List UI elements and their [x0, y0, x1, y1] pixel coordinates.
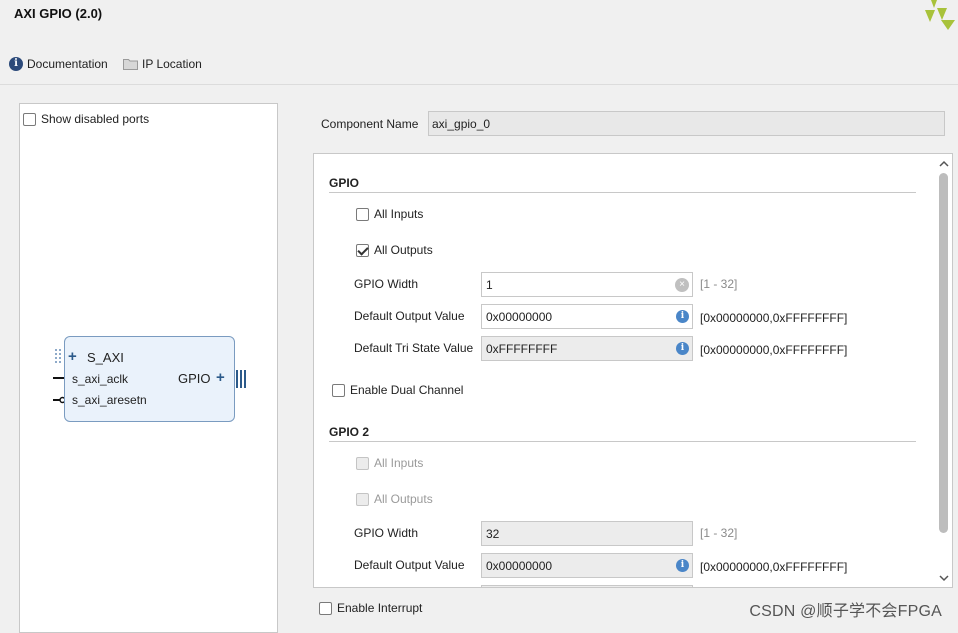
enable-dual-channel-checkbox[interactable]: Enable Dual Channel [332, 383, 463, 397]
scroll-up-icon[interactable] [938, 159, 950, 169]
show-disabled-ports-box[interactable] [23, 112, 36, 126]
ip-location-button[interactable]: IP Location [123, 57, 202, 71]
gpio-section-divider [329, 192, 916, 193]
scroll-down-icon[interactable] [938, 573, 950, 583]
toolbar: i Documentation IP Location [0, 50, 958, 80]
gpio2-section-title: GPIO 2 [329, 425, 370, 439]
default-output-range: [0x00000000,0xFFFFFFFF] [700, 311, 848, 325]
gpio-all-inputs-checkbox[interactable]: All Inputs [356, 207, 423, 221]
default-tri-value: 0xFFFFFFFF [486, 342, 558, 356]
ip-location-label: IP Location [142, 57, 202, 71]
gpio2-default-output-range: [0x00000000,0xFFFFFFFF] [700, 560, 848, 574]
default-tri-range: [0x00000000,0xFFFFFFFF] [700, 343, 848, 357]
gpio2-all-outputs-box[interactable] [356, 492, 369, 506]
gpio-all-outputs-label: All Outputs [374, 243, 433, 257]
enable-dual-channel-label: Enable Dual Channel [350, 383, 464, 397]
folder-icon [123, 59, 138, 70]
gpio2-all-inputs-label: All Inputs [374, 456, 424, 470]
gpio-all-outputs-checkbox[interactable]: All Outputs [356, 243, 433, 257]
enable-interrupt-box[interactable] [319, 601, 332, 615]
default-tri-label: Default Tri State Value [354, 341, 474, 355]
info-icon[interactable]: i [676, 559, 689, 572]
default-output-value: 0x00000000 [486, 310, 553, 324]
plus-icon[interactable]: + [216, 369, 225, 386]
gpio-all-inputs-box[interactable] [356, 207, 369, 221]
gpio2-default-output-label: Default Output Value [354, 558, 465, 572]
documentation-button[interactable]: i Documentation [9, 57, 108, 71]
window-title: AXI GPIO (2.0) [14, 6, 103, 21]
info-icon: i [9, 57, 23, 71]
gpio2-all-outputs-label: All Outputs [374, 492, 433, 506]
config-panel: GPIO All Inputs All Outputs GPIO Width 1… [313, 153, 953, 588]
info-icon[interactable]: i [676, 342, 689, 355]
default-tri-field[interactable]: 0xFFFFFFFF i [481, 336, 693, 361]
gpio2-width-label: GPIO Width [354, 526, 419, 540]
component-name-field[interactable]: axi_gpio_0 [428, 111, 945, 136]
documentation-label: Documentation [27, 57, 108, 71]
ip-block[interactable]: + S_AXI s_axi_aclk s_axi_aresetn GPIO + [64, 336, 235, 422]
gpio-width-field[interactable]: 1 × [481, 272, 693, 297]
plus-icon[interactable]: + [68, 348, 77, 365]
port-s-axi: S_AXI [87, 350, 124, 365]
gpio2-width-value: 32 [486, 527, 500, 541]
gpio-all-outputs-box[interactable] [356, 243, 369, 257]
info-icon[interactable]: i [676, 310, 689, 323]
port-gpio: GPIO [178, 371, 211, 386]
enable-interrupt-checkbox[interactable]: Enable Interrupt [319, 601, 422, 615]
gpio2-width-range: [1 - 32] [700, 526, 738, 540]
gpio2-all-inputs-checkbox[interactable]: All Inputs [356, 456, 423, 470]
port-s-axi-aresetn: s_axi_aresetn [72, 393, 147, 407]
watermark: CSDN @顺子学不会FPGA [749, 603, 942, 620]
gpio2-section-divider [329, 441, 916, 442]
gpio-width-value: 1 [486, 278, 493, 292]
logo-icon [925, 0, 955, 30]
config-scrollbar[interactable] [936, 157, 952, 587]
gpio2-all-inputs-box[interactable] [356, 456, 369, 470]
show-disabled-ports-label: Show disabled ports [41, 112, 150, 126]
gpio-all-inputs-label: All Inputs [374, 207, 424, 221]
port-s-axi-aclk: s_axi_aclk [72, 372, 129, 386]
default-output-label: Default Output Value [354, 309, 465, 323]
scrollbar-thumb[interactable] [939, 173, 948, 533]
gpio-width-range: [1 - 32] [700, 277, 738, 291]
component-name-label: Component Name [321, 117, 419, 131]
enable-dual-channel-box[interactable] [332, 383, 345, 397]
gpio-bus-connector [236, 370, 246, 388]
gpio2-default-output-value: 0x00000000 [486, 559, 553, 573]
clear-icon[interactable]: × [675, 278, 689, 292]
gpio-section-title: GPIO [329, 176, 360, 190]
gpio2-next-field[interactable] [481, 585, 693, 587]
gpio2-all-outputs-checkbox[interactable]: All Outputs [356, 492, 433, 506]
toolbar-divider [0, 84, 958, 85]
enable-interrupt-label: Enable Interrupt [337, 601, 423, 615]
default-output-field[interactable]: 0x00000000 i [481, 304, 693, 329]
gpio2-default-output-field[interactable]: 0x00000000 i [481, 553, 693, 578]
show-disabled-ports-checkbox[interactable]: Show disabled ports [23, 112, 149, 126]
gpio-width-label: GPIO Width [354, 277, 419, 291]
gpio2-width-field[interactable]: 32 [481, 521, 693, 546]
